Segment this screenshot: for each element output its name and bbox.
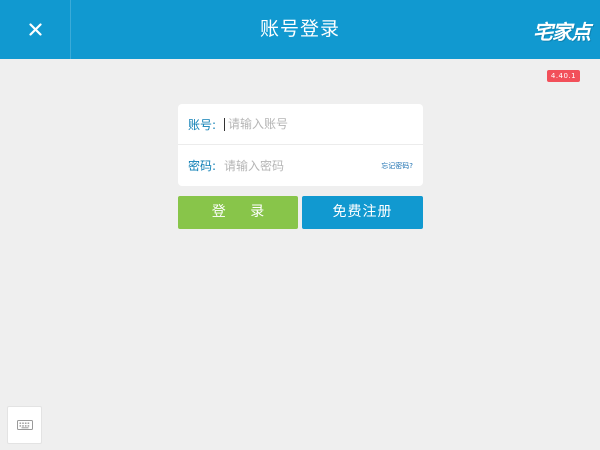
page-title: 账号登录 — [259, 18, 340, 40]
brand-logo: 宅家点 — [533, 20, 591, 44]
login-form: 账号: 密码: 忘记密码? — [178, 104, 423, 186]
password-row: 密码: 忘记密码? — [178, 145, 423, 186]
account-input[interactable] — [228, 114, 423, 134]
forgot-password-link[interactable]: 忘记密码? — [381, 161, 413, 171]
account-row: 账号: — [178, 104, 423, 145]
account-label: 账号: — [188, 117, 217, 132]
register-button[interactable]: 免费注册 — [302, 196, 423, 229]
password-input[interactable] — [224, 155, 382, 176]
text-caret — [224, 117, 225, 131]
keyboard-icon — [16, 420, 33, 430]
password-label: 密码: — [188, 159, 217, 173]
keyboard-toggle-button[interactable] — [7, 406, 42, 444]
version-badge: 4.40.1 — [547, 70, 580, 82]
close-button[interactable] — [0, 0, 71, 59]
login-button[interactable]: 登 录 — [178, 196, 298, 229]
app-header: 账号登录 宅家点 — [0, 0, 600, 59]
close-icon — [28, 23, 42, 36]
